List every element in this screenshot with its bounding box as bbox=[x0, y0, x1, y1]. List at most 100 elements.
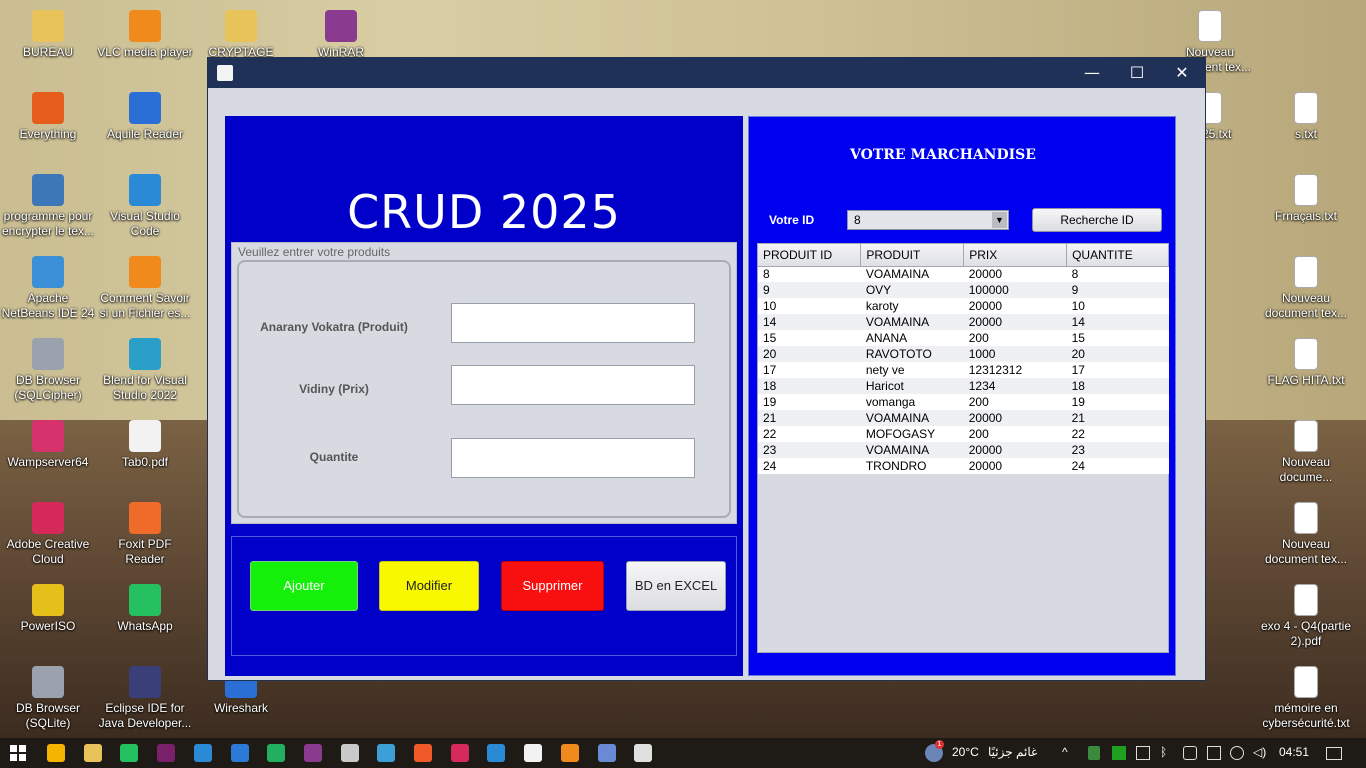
notifications-icon[interactable] bbox=[1326, 747, 1342, 760]
weather-description[interactable]: غائم جزئيًا bbox=[988, 745, 1037, 759]
camera-tray-icon[interactable] bbox=[1183, 746, 1197, 760]
desktop-icon[interactable]: Comment Savoir si un Fichier es... bbox=[97, 256, 193, 321]
table-row[interactable]: 19 vomanga 200 19 bbox=[758, 394, 1169, 410]
java-icon[interactable] bbox=[634, 744, 653, 762]
display-tray-icon[interactable] bbox=[1136, 746, 1150, 760]
desktop-icon[interactable]: Blend for Visual Studio 2022 bbox=[97, 338, 193, 403]
chevron-up-icon[interactable]: ^ bbox=[1062, 745, 1068, 759]
close-button[interactable]: ✕ bbox=[1159, 58, 1205, 88]
table-row[interactable]: 17 nety ve 12312312 17 bbox=[758, 362, 1169, 378]
desktop-icon[interactable]: VLC media player bbox=[97, 10, 193, 60]
table-row[interactable]: 22 MOFOGASY 200 22 bbox=[758, 426, 1169, 442]
search-icon[interactable] bbox=[47, 744, 65, 762]
quantity-input[interactable] bbox=[451, 438, 695, 478]
table-row[interactable]: 18 Haricot 1234 18 bbox=[758, 378, 1169, 394]
shield-icon[interactable] bbox=[1088, 746, 1100, 760]
column-header[interactable]: QUANTITE bbox=[1066, 244, 1169, 267]
desktop-icon-label: Wireshark bbox=[213, 701, 268, 715]
desktop-icon[interactable]: CRYPTAGE bbox=[193, 10, 289, 60]
app-tray-icon[interactable] bbox=[1112, 746, 1126, 760]
desktop-icon[interactable]: Tab0.pdf bbox=[97, 420, 193, 470]
price-input[interactable] bbox=[451, 365, 695, 405]
desktop-icon[interactable]: WinRAR bbox=[293, 10, 389, 60]
table-cell: 17 bbox=[1066, 362, 1169, 378]
add-button[interactable]: Ajouter bbox=[250, 561, 358, 611]
table-row[interactable]: 20 RAVOTOTO 1000 20 bbox=[758, 346, 1169, 362]
column-header[interactable]: PRIX bbox=[963, 244, 1068, 267]
chevron-down-icon[interactable]: ▼ bbox=[992, 212, 1007, 228]
vlc-icon[interactable] bbox=[560, 744, 579, 762]
vscode-icon[interactable] bbox=[230, 744, 249, 762]
desktop-file-icon[interactable]: FLAG HITA.txt bbox=[1258, 338, 1354, 388]
minimize-button[interactable]: — bbox=[1069, 58, 1115, 88]
edge-icon[interactable] bbox=[193, 744, 212, 762]
app-icon[interactable] bbox=[267, 744, 286, 762]
desktop-file-icon[interactable]: Nouveau document tex... bbox=[1258, 256, 1354, 321]
desktop-icon[interactable]: Eclipse IDE for Java Developer... bbox=[97, 666, 193, 731]
table-row[interactable]: 8 VOAMAINA 20000 8 bbox=[758, 266, 1169, 282]
table-cell: 14 bbox=[758, 314, 861, 330]
xd-icon[interactable] bbox=[157, 744, 176, 762]
desktop-file-icon[interactable]: exo 4 - Q4(partie 2).pdf bbox=[1258, 584, 1354, 649]
app-icon[interactable] bbox=[303, 744, 322, 762]
calculator-icon[interactable] bbox=[340, 744, 359, 762]
table-cell: 200 bbox=[963, 426, 1067, 442]
desktop-file-icon[interactable]: Nouveau document tex... bbox=[1258, 502, 1354, 567]
desktop-icon[interactable]: Apache NetBeans IDE 24 bbox=[0, 256, 96, 321]
table-row[interactable]: 14 VOAMAINA 20000 14 bbox=[758, 314, 1169, 330]
app-icon[interactable] bbox=[597, 744, 616, 762]
modify-button[interactable]: Modifier bbox=[379, 561, 479, 611]
merchandise-title: VOTRE MARCHANDISE bbox=[850, 147, 1036, 163]
table-row[interactable]: 15 ANANA 200 15 bbox=[758, 330, 1169, 346]
desktop-icon[interactable]: DB Browser (SQLite) bbox=[0, 666, 96, 731]
desktop-icon[interactable]: BUREAU bbox=[0, 10, 96, 60]
id-select[interactable]: 8 ▼ bbox=[847, 210, 1009, 230]
table-row[interactable]: 21 VOAMAINA 20000 21 bbox=[758, 410, 1169, 426]
desktop-file-icon[interactable]: mémoire en cybersécurité.txt bbox=[1258, 666, 1354, 731]
desktop-icon[interactable]: Everything bbox=[0, 92, 96, 142]
search-id-button[interactable]: Recherche ID bbox=[1032, 208, 1162, 232]
speaker-icon[interactable]: ◁) bbox=[1253, 745, 1266, 759]
desktop-icon[interactable]: WhatsApp bbox=[97, 584, 193, 634]
desktop-icon[interactable]: DB Browser (SQLCipher) bbox=[0, 338, 96, 403]
whatsapp-icon[interactable] bbox=[120, 744, 139, 762]
device-tray-icon[interactable] bbox=[1207, 746, 1221, 760]
delete-button[interactable]: Supprimer bbox=[501, 561, 604, 611]
desktop-icon-label: Nouveau document tex... bbox=[1264, 291, 1348, 320]
desktop-icon[interactable]: Wampserver64 bbox=[0, 420, 96, 470]
desktop-icon[interactable]: Foxit PDF Reader bbox=[97, 502, 193, 567]
windows-start-icon[interactable] bbox=[10, 745, 26, 761]
bluetooth-icon[interactable]: ᛒ bbox=[1160, 745, 1167, 759]
desktop-icon[interactable]: PowerISO bbox=[0, 584, 96, 634]
column-header[interactable]: PRODUIT bbox=[860, 244, 965, 267]
title-bar[interactable]: — ☐ ✕ bbox=[208, 58, 1205, 88]
brave-icon[interactable] bbox=[414, 744, 432, 762]
desktop-icon[interactable]: Adobe Creative Cloud bbox=[0, 502, 96, 567]
table-cell: nety ve bbox=[860, 362, 964, 378]
network-icon[interactable] bbox=[1230, 746, 1244, 760]
clock[interactable]: 04:51 bbox=[1279, 745, 1309, 759]
notepad-icon[interactable] bbox=[524, 744, 543, 762]
table-row[interactable]: 9 OVY 100000 9 bbox=[758, 282, 1169, 298]
export-excel-button[interactable]: BD en EXCEL bbox=[626, 561, 726, 611]
table-cell: MOFOGASY bbox=[860, 426, 964, 442]
text-file-icon bbox=[1294, 502, 1318, 534]
table-row[interactable]: 23 VOAMAINA 20000 23 bbox=[758, 442, 1169, 458]
table-row[interactable]: 10 karoty 20000 10 bbox=[758, 298, 1169, 314]
desktop-icon[interactable]: programme pour encrypter le tex... bbox=[0, 174, 96, 239]
desktop-file-icon[interactable]: s.txt bbox=[1258, 92, 1354, 142]
weather-temperature[interactable]: 20°C bbox=[952, 745, 979, 759]
desktop-icon[interactable]: Aquile Reader bbox=[97, 92, 193, 142]
maximize-button[interactable]: ☐ bbox=[1114, 58, 1160, 88]
desktop-file-icon[interactable]: Frnaçais.txt bbox=[1258, 174, 1354, 224]
product-name-input[interactable] bbox=[451, 303, 695, 343]
desktop-icon[interactable]: Visual Studio Code bbox=[97, 174, 193, 239]
app-icon[interactable] bbox=[487, 744, 506, 762]
app-icon[interactable] bbox=[377, 744, 396, 762]
file-explorer-icon[interactable] bbox=[83, 744, 102, 762]
app-icon[interactable] bbox=[450, 744, 469, 762]
column-header[interactable]: PRODUIT ID bbox=[758, 244, 862, 267]
table-row[interactable]: 24 TRONDRO 20000 24 bbox=[758, 458, 1169, 474]
desktop-file-icon[interactable]: Nouveau docume... bbox=[1258, 420, 1354, 485]
desktop-icon-label: DB Browser (SQLCipher) bbox=[14, 373, 82, 402]
